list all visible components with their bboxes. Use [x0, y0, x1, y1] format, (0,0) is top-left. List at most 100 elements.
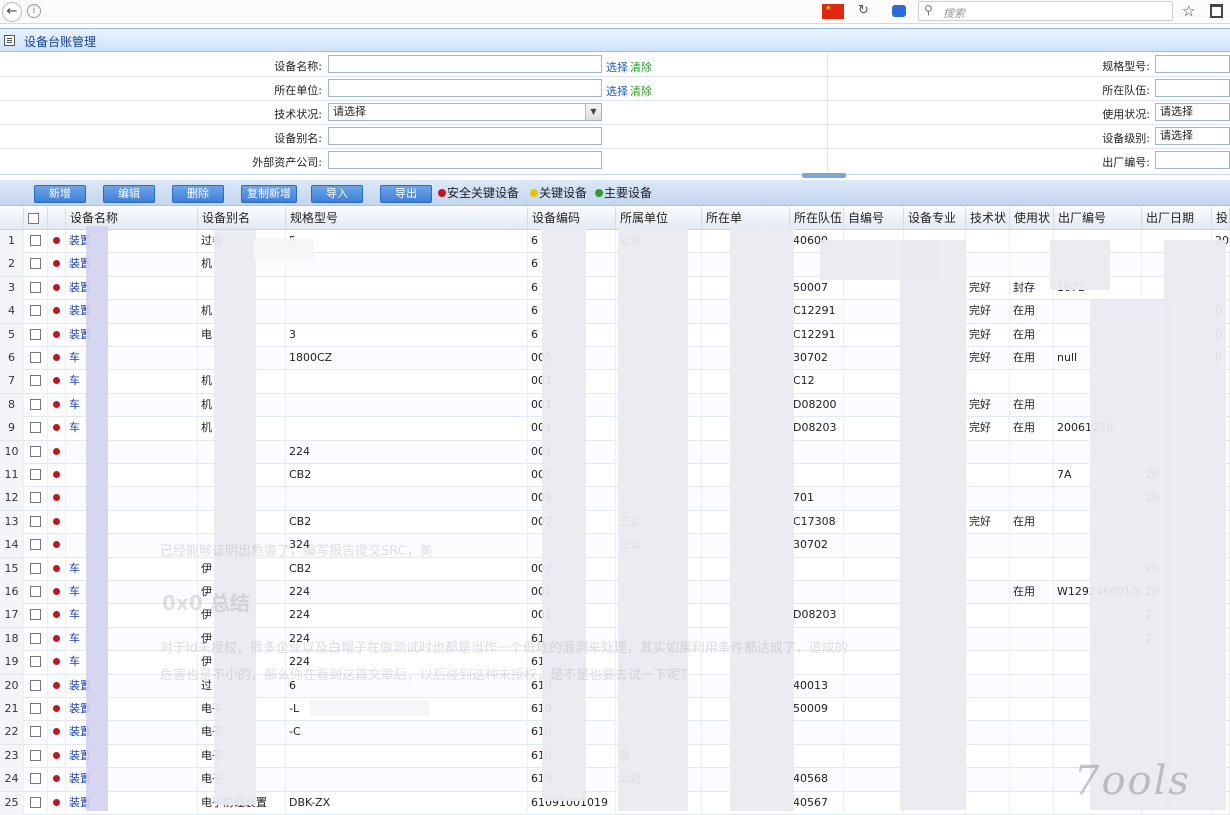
browser-search-box[interactable]: ⚲ 搜索	[918, 1, 1173, 21]
row-checkbox-cell[interactable]	[24, 674, 48, 698]
cell-device-name[interactable]: 装置	[66, 721, 198, 745]
tech-status-select[interactable]: 请选择 ▼	[328, 103, 602, 121]
cell-device-name[interactable]: 装置	[66, 744, 198, 768]
row-checkbox-cell[interactable]	[24, 534, 48, 558]
cell-device-name[interactable]	[66, 534, 198, 558]
library-icon[interactable]	[1210, 4, 1223, 18]
header-alias[interactable]: 设备别名	[198, 207, 286, 230]
row-checkbox[interactable]	[30, 258, 41, 270]
row-checkbox[interactable]	[30, 656, 41, 668]
row-checkbox-cell[interactable]	[24, 370, 48, 394]
row-checkbox-cell[interactable]	[24, 698, 48, 721]
table-row[interactable]: 17 车伊 224 001 D08203 2	[0, 604, 1230, 628]
row-checkbox[interactable]	[30, 398, 41, 410]
row-checkbox-cell[interactable]	[24, 604, 48, 628]
row-checkbox-cell[interactable]	[24, 230, 48, 253]
spec-input[interactable]	[1155, 55, 1230, 73]
row-checkbox-cell[interactable]	[24, 627, 48, 651]
row-checkbox[interactable]	[30, 749, 41, 761]
ext-company-input[interactable]	[328, 151, 602, 169]
row-checkbox[interactable]	[30, 492, 41, 504]
row-checkbox-cell[interactable]	[24, 487, 48, 511]
row-checkbox[interactable]	[30, 235, 41, 246]
row-checkbox[interactable]	[30, 679, 41, 691]
header-select-all[interactable]	[24, 207, 48, 230]
select-all-checkbox[interactable]	[28, 213, 39, 224]
table-row[interactable]: 20 装置过 6 610 40013	[0, 674, 1230, 698]
add-button[interactable]: 新增	[34, 185, 86, 203]
row-checkbox[interactable]	[30, 352, 41, 363]
table-row[interactable]: 13 CB2 007 三公 C17308 完好 在用	[0, 510, 1230, 535]
bookmark-star-icon[interactable]: ☆	[1182, 2, 1195, 20]
cell-device-name[interactable]	[66, 510, 198, 534]
row-checkbox-cell[interactable]	[24, 347, 48, 370]
cell-device-name[interactable]: 车	[66, 604, 198, 628]
device-name-input[interactable]	[328, 55, 602, 73]
row-checkbox[interactable]	[30, 422, 41, 434]
cell-device-name[interactable]: 车	[66, 393, 198, 417]
row-checkbox-cell[interactable]	[24, 768, 48, 792]
cell-device-name[interactable]: 车	[66, 347, 198, 370]
table-row[interactable]: 4 装置机 6 C12291 完好 在用 0	[0, 300, 1230, 324]
cell-device-name[interactable]: 车	[66, 627, 198, 651]
header-team[interactable]: 所在队伍	[790, 207, 844, 230]
back-arrow-icon[interactable]: ←	[2, 2, 22, 22]
row-checkbox-cell[interactable]	[24, 464, 48, 487]
table-row[interactable]: 16 车伊224001 在用W12924600100520	[0, 581, 1230, 605]
cell-device-name[interactable]: 车	[66, 370, 198, 394]
header-device-name[interactable]: 设备名称	[66, 207, 198, 230]
use-status-select[interactable]: 请选择	[1155, 103, 1230, 121]
row-checkbox-cell[interactable]	[24, 651, 48, 675]
table-row[interactable]: 3 装置 6 50007 完好 封存 1072	[0, 276, 1230, 301]
alias-input[interactable]	[328, 127, 602, 145]
row-checkbox[interactable]	[30, 375, 41, 387]
row-checkbox-cell[interactable]	[24, 791, 48, 815]
row-checkbox[interactable]	[30, 726, 41, 738]
header-code[interactable]: 设备编码	[528, 207, 616, 230]
row-checkbox-cell[interactable]	[24, 581, 48, 604]
row-checkbox[interactable]	[30, 562, 41, 574]
header-factory-date[interactable]: 出厂日期	[1142, 207, 1212, 230]
header-factory-no[interactable]: 出厂编号	[1054, 207, 1142, 230]
header-spec[interactable]: 规格型号	[286, 207, 528, 230]
cell-device-name[interactable]: 装置	[66, 230, 198, 253]
cell-device-name[interactable]: 装置	[66, 323, 198, 347]
cell-device-name[interactable]: 装置	[66, 253, 198, 277]
cell-device-name[interactable]: 装置	[66, 768, 198, 792]
table-row[interactable]: 2 装置机 6	[0, 253, 1230, 277]
table-row[interactable]: 25 装置 电子防碰装置 DBK-ZX 61091001019 40567	[0, 791, 1230, 815]
table-row[interactable]: 18 车伊 224 61 2	[0, 627, 1230, 652]
table-row[interactable]: 22 装置 电子 -C 610	[0, 721, 1230, 745]
cell-device-name[interactable]: 车	[66, 417, 198, 441]
china-flag-icon[interactable]	[822, 4, 844, 19]
row-checkbox[interactable]	[30, 586, 41, 597]
factory-no-input[interactable]	[1155, 151, 1230, 169]
table-row[interactable]: 12 006 701 20	[0, 487, 1230, 511]
table-row[interactable]: 15 车伊 CB2 007 20	[0, 557, 1230, 581]
cell-device-name[interactable]	[66, 464, 198, 487]
table-row[interactable]: 24 装置 电子 610 公司 40568	[0, 768, 1230, 792]
table-row[interactable]: 8 车机 001 D08200 完好 在用	[0, 393, 1230, 418]
table-row[interactable]: 6 车 1800CZ 005 30702 完好 在用 null 0	[0, 347, 1230, 371]
row-checkbox-cell[interactable]	[24, 323, 48, 347]
table-row[interactable]: 23 装置 电子 610 司	[0, 744, 1230, 769]
row-checkbox[interactable]	[30, 703, 41, 714]
import-button[interactable]: 导入	[311, 185, 363, 203]
row-checkbox-cell[interactable]	[24, 744, 48, 768]
row-checkbox[interactable]	[30, 445, 41, 457]
edit-button[interactable]: 编辑	[103, 185, 155, 203]
export-button[interactable]: 导出	[380, 185, 432, 203]
header-owner-unit[interactable]: 所属单位	[616, 207, 702, 230]
cell-device-name[interactable]	[66, 440, 198, 464]
table-row[interactable]: 14 324 三公 30702	[0, 534, 1230, 558]
table-row[interactable]: 19 车伊 224 61	[0, 651, 1230, 675]
row-checkbox-cell[interactable]	[24, 300, 48, 324]
row-checkbox[interactable]	[30, 632, 41, 644]
row-checkbox-cell[interactable]	[24, 721, 48, 745]
row-checkbox-cell[interactable]	[24, 417, 48, 441]
row-checkbox[interactable]	[30, 773, 41, 785]
row-checkbox-cell[interactable]	[24, 557, 48, 581]
unit-select-link[interactable]: 选择	[606, 83, 628, 99]
device-name-clear-link[interactable]: 清除	[630, 59, 652, 75]
table-row[interactable]: 21 装置 电子 -L 610 50009	[0, 698, 1230, 722]
